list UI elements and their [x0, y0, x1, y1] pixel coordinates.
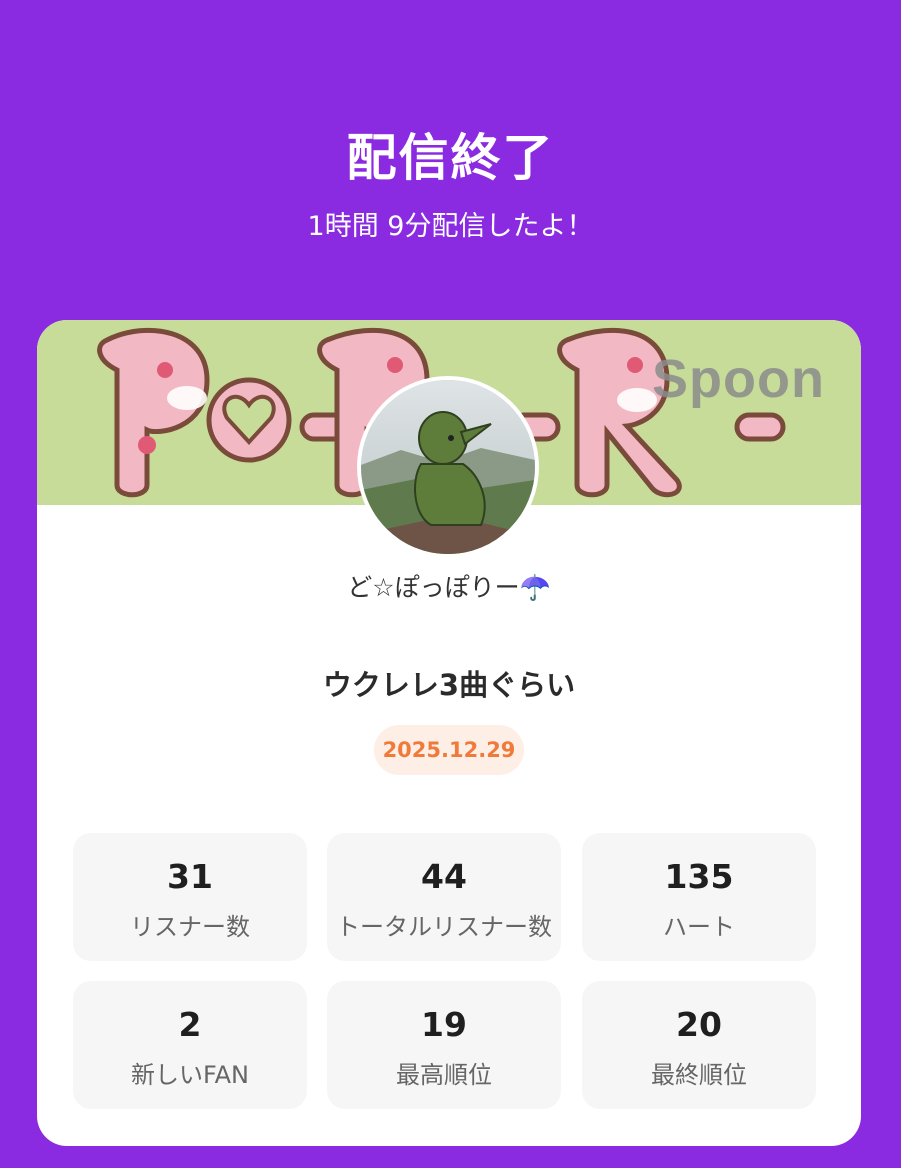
stat-label: 新しいFAN	[131, 1061, 249, 1089]
stat-best-rank: 19 最高順位	[327, 981, 561, 1109]
stat-label: リスナー数	[130, 913, 250, 941]
cast-title: ウクレレ3曲ぐらい	[322, 668, 576, 702]
spoon-watermark: Spoon	[652, 349, 825, 409]
stat-label: 最終順位	[651, 1061, 747, 1089]
stat-label: トータルリスナー数	[336, 913, 552, 941]
stat-value: 44	[421, 857, 467, 896]
stat-label: 最高順位	[396, 1061, 492, 1089]
stat-value: 19	[421, 1005, 467, 1044]
stat-value: 135	[664, 857, 734, 896]
username[interactable]: ど☆ぽっぽりー☂️	[37, 568, 861, 604]
stat-hearts: 135 ハート	[582, 833, 816, 961]
stat-value: 2	[178, 1005, 202, 1044]
stat-final-rank: 20 最終順位	[582, 981, 816, 1109]
stat-value: 31	[167, 857, 213, 896]
stat-listeners: 31 リスナー数	[73, 833, 307, 961]
date-badge: 2025.12.29	[374, 725, 524, 775]
page-title: 配信終了	[346, 129, 555, 187]
stat-total-listeners: 44 トータルリスナー数	[327, 833, 561, 961]
stat-value: 20	[676, 1005, 722, 1044]
summary-card: Spoon ど☆ぽっぽりー☂️ ウクレレ3曲ぐらい 2025.12.29 31 …	[37, 320, 861, 1146]
broadcast-duration: 1時間 9分配信したよ！	[307, 211, 594, 242]
stat-new-fans: 2 新しいFAN	[73, 981, 307, 1109]
stat-label: ハート	[663, 913, 735, 941]
avatar[interactable]	[357, 376, 539, 558]
avatar-image	[361, 380, 535, 554]
